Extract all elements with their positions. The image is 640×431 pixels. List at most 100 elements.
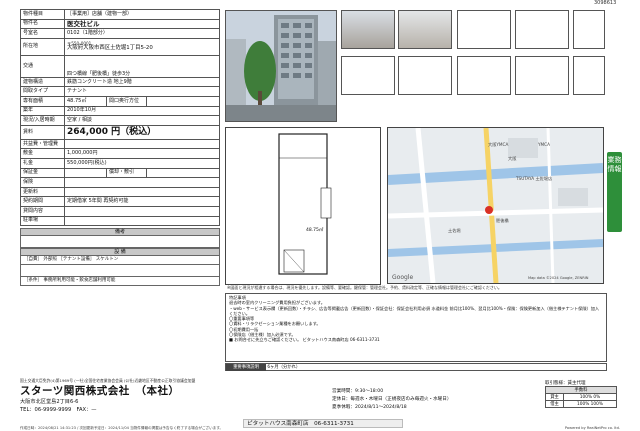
photo-slot — [515, 10, 569, 49]
spec-key: 保険 — [20, 177, 65, 188]
company-tel: TEL：06-9999-9999 FAX：— — [20, 407, 97, 413]
map-label: 大阪 — [508, 156, 517, 161]
fee-value: 100% 0% — [563, 393, 617, 401]
spec-key: 物件名 — [20, 18, 65, 30]
spec-value — [64, 138, 220, 150]
photo-slot — [398, 56, 452, 95]
address: 大阪府大阪市西区土佐堀1丁目5-20 — [67, 45, 153, 52]
bottom-bar: 作成日時：2024/08/21 14:31:23 / 次回更新予定日：2024/… — [20, 426, 620, 431]
fee-table: 手数料 貸主 100% 0% 借主 100% 100% — [545, 386, 617, 408]
spec-value: 48.75㎡ — [64, 95, 107, 107]
spec-key: 賃料 — [20, 124, 65, 140]
spec-value: 定期借家 5年間 再契約可能 — [64, 196, 220, 207]
bikou-body — [20, 236, 220, 248]
map-image — [388, 128, 603, 283]
spec-key: 所在地 — [20, 37, 65, 56]
spec-value: 空家 / 相談 — [64, 115, 220, 126]
powered-by: Powered by RealNetPro co. ltd. — [564, 426, 620, 430]
transport: 四つ橋線「肥後橋」徒歩3分 — [64, 54, 220, 78]
photo-slot — [457, 10, 511, 49]
spec-key: 間口奥行方位 — [106, 95, 147, 107]
spec-value — [146, 167, 220, 179]
spec-key: 物件種目 — [20, 9, 65, 20]
company-address: 大阪市北区堂島2丁目6-6 — [20, 399, 79, 405]
spec-key: 号室名 — [20, 28, 65, 39]
holiday: 定休日：毎週水・木曜日（正規夜店のみ毎週火・水曜日） — [332, 397, 452, 402]
spec-key: 建物構造 — [20, 76, 65, 88]
address-cell: 〒550-0001 大阪府大阪市西区土佐堀1丁目5-20 — [64, 37, 220, 56]
important-label: 重要事項説明 — [226, 364, 266, 371]
spec-value — [64, 167, 107, 179]
fee-header: 手数料 — [545, 386, 617, 394]
spec-key: 貸間内容 — [20, 205, 65, 217]
location-map[interactable]: 大阪YMCA YMCA 大阪 TSUTAYA 土佐堀店 肥後橋 土佐堀 Map … — [387, 127, 604, 284]
summer-closed: 夏季休暇：2024/8/11～2024/8/18 — [332, 405, 407, 410]
spec-key: 交通 — [20, 54, 65, 78]
business-info-tab[interactable]: 業務情報 — [607, 152, 622, 232]
floor-plan: 48.75㎡ — [225, 127, 381, 285]
spec-value — [64, 177, 220, 188]
spec-table: 物件種目 ［事業用］店舗（建物一部） 物件名 医交社ビル 号室名 0102（1階部分）… — [20, 9, 220, 227]
spec-key: 保証金 — [20, 167, 65, 179]
floor-area-label: 48.75㎡ — [306, 228, 324, 233]
equipment-header: 設 備 — [20, 248, 220, 256]
spec-value — [64, 215, 220, 227]
important-text: 6ヶ月（分かれ） — [267, 365, 301, 370]
spec-key: 現況/入居時期 — [20, 115, 65, 126]
map-label: 土佐堀 — [448, 228, 461, 233]
rent-price: 264,000 円（税込） — [64, 124, 220, 140]
google-logo: Google — [392, 274, 414, 281]
business-hours: 営業時間：9:30～18:00 — [332, 389, 384, 394]
spec-value: 2010年10月 — [64, 105, 220, 117]
important-matters: 重要事項説明 6ヶ月（分かれ） — [225, 363, 607, 371]
remarks-line: ・web・サービス表示欄（更新回数）・チラシ、広告等掲載広告（更新回数）・保証会… — [229, 305, 600, 316]
map-label: YMCA — [538, 142, 550, 147]
spec-value: テナント — [64, 86, 220, 97]
fee-value: 100% 100% — [563, 400, 617, 408]
map-label: 肥後橋 — [496, 218, 509, 223]
equipment-empty — [20, 265, 220, 277]
company-name: スターツ関西株式会社 （本社） — [20, 385, 180, 397]
interior-photo-2 — [398, 10, 452, 49]
remarks-box: 特記事項 退去時の室内クリーニング費用負担がございます。 ・web・サービス表示… — [225, 293, 607, 362]
spec-value: 0102（1階部分） — [64, 28, 220, 39]
note-strip: ※図面と現況が相違する場合は、現況を優先します。設備等、要確認。鍵保管：管理会社… — [227, 285, 502, 290]
condition-line: ［条件］ 事務所利用可能・飲食店舗利用可能 — [20, 277, 220, 286]
photo-slot — [457, 56, 511, 95]
spec-value: 550,000円(税込) — [64, 157, 220, 169]
remarks-line: ■ お問合せに先立ちご確認ください。 ビタットハウス南森町店 06-6311-3… — [229, 337, 380, 343]
spec-key: 礼金 — [20, 157, 65, 169]
building-photo — [225, 10, 337, 122]
spec-value — [146, 95, 220, 107]
reference-number: 3098613 — [594, 0, 617, 6]
spec-value: 鉄筋コンクリート造 地上9階 — [64, 76, 220, 88]
photo-slot — [341, 56, 395, 95]
photo-slot — [573, 56, 605, 95]
spec-key: 間取タイプ — [20, 86, 65, 97]
fee-box: 取引態様：賃主代理 手数料 貸主 100% 0% 借主 100% 100% — [545, 380, 617, 408]
map-label: TSUTAYA 土佐堀店 — [516, 176, 553, 181]
spec-value: ［事業用］店舗（建物一部） — [64, 9, 220, 20]
equipment-line: ［自費］ 外部照 ［テナント設備］ スケルトン — [20, 256, 220, 265]
property-name: 医交社ビル — [64, 18, 220, 30]
spec-key: 共益費・管理費 — [20, 138, 65, 150]
fee-party: 貸主 — [545, 393, 564, 401]
spec-key: 駐車場 — [20, 215, 65, 227]
photo-slot — [573, 10, 605, 49]
spec-key: 敷金 — [20, 148, 65, 159]
generated-info: 作成日時：2024/08/21 14:31:23 / 次回更新予定日：2024/… — [20, 426, 224, 430]
spec-value — [64, 186, 220, 198]
spec-key: 築年 — [20, 105, 65, 117]
spec-key: 契約期間 — [20, 196, 65, 207]
floor-plan-drawing — [278, 133, 332, 275]
spec-key: 更新料 — [20, 186, 65, 198]
map-label: 大阪YMCA — [488, 142, 509, 147]
spec-key: 償却・敷引 — [106, 167, 147, 179]
spec-value: 1,000,000円 — [64, 148, 220, 159]
bikou-header: 備考 — [20, 228, 220, 236]
photo-slot — [515, 56, 569, 95]
spec-key: 専有面積 — [20, 95, 65, 107]
spec-value — [64, 205, 220, 217]
interior-photo-1 — [341, 10, 395, 49]
map-copyright: Map data ©2024 Google, ZENRIN — [528, 276, 589, 280]
